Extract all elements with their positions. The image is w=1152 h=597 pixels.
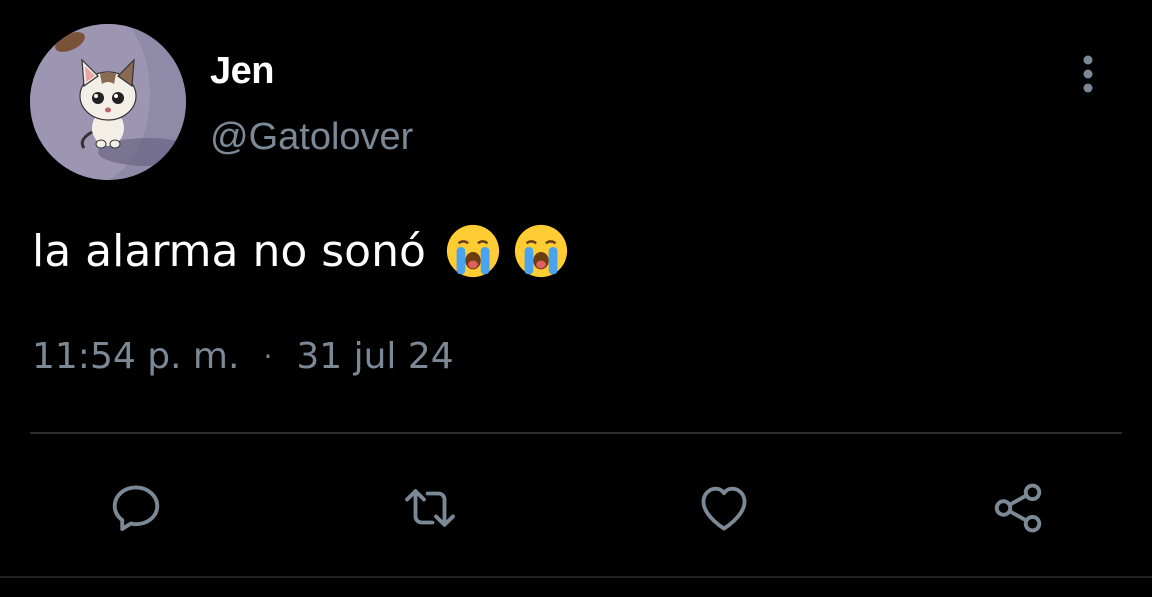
tweet-metadata: 11:54 p. m. · 31 jul 24: [32, 336, 454, 377]
tweet-time: 11:54 p. m.: [32, 336, 240, 377]
meta-separator: ·: [263, 340, 273, 373]
reply-icon: [112, 485, 160, 531]
action-bar: [0, 476, 1152, 540]
bottom-divider: [0, 576, 1152, 578]
retweet-icon: [405, 489, 455, 527]
retweet-button[interactable]: [398, 476, 462, 540]
share-button[interactable]: [986, 476, 1050, 540]
user-handle[interactable]: @Gatolover: [210, 116, 413, 159]
loudly-crying-face-icon: [512, 222, 570, 280]
tweet-date: 31 jul 24: [296, 336, 454, 377]
like-button[interactable]: [692, 476, 756, 540]
avatar[interactable]: [30, 24, 186, 180]
heart-icon: [701, 486, 747, 531]
tweet-card: Jen @Gatolover la alarma no sonó 11:54 p…: [0, 0, 1152, 597]
share-icon: [994, 483, 1042, 533]
tweet-text: la alarma no sonó: [32, 222, 570, 280]
more-options-button[interactable]: [1066, 52, 1110, 96]
divider: [30, 432, 1122, 434]
loudly-crying-face-icon: [444, 222, 502, 280]
display-name[interactable]: Jen: [210, 50, 274, 93]
cat-avatar-image: [30, 24, 186, 180]
vertical-ellipsis-icon: [1083, 55, 1093, 93]
reply-button[interactable]: [104, 476, 168, 540]
tweet-body: la alarma no sonó: [32, 225, 426, 277]
